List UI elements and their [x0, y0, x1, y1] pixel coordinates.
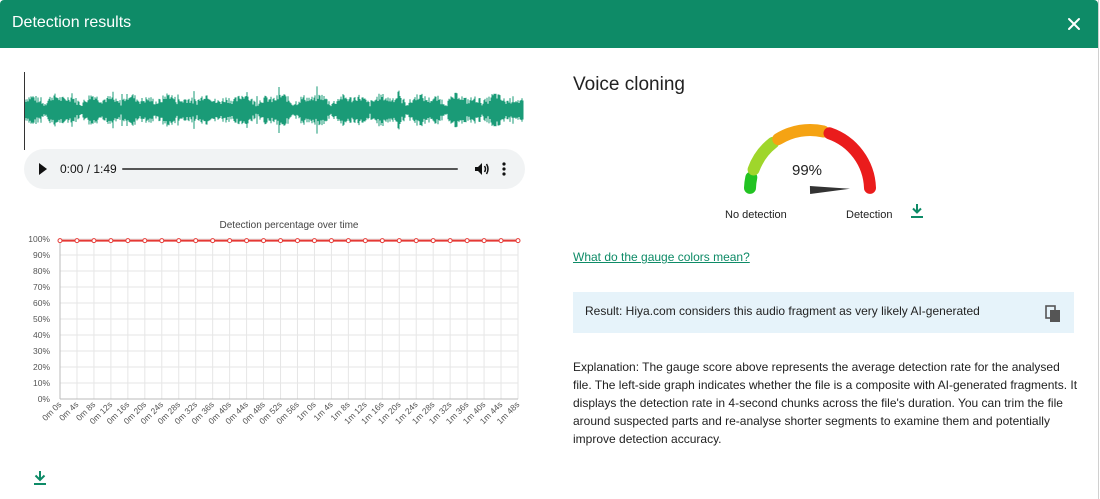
chart-y-tick: 20% [33, 362, 50, 372]
chart-point [515, 238, 521, 244]
chart-point [498, 238, 504, 244]
chart-point [379, 238, 385, 244]
chart-point [142, 238, 148, 244]
volume-icon[interactable] [474, 162, 490, 176]
chart-point [244, 238, 250, 244]
chart-point [176, 238, 182, 244]
detection-gauge: 99% [730, 118, 890, 198]
chart-point [413, 238, 419, 244]
chart-point [430, 238, 436, 244]
gauge-segment [747, 136, 780, 176]
voice-cloning-title: Voice cloning [573, 74, 685, 95]
chart-y-tick: 70% [33, 282, 50, 292]
gauge-value: 99% [792, 162, 822, 179]
chart-point [57, 238, 63, 244]
explanation-text: Explanation: The gauge score above repre… [573, 360, 1078, 446]
modal-title: Detection results [12, 14, 132, 31]
chart-point [278, 238, 284, 244]
chart-point [345, 238, 351, 244]
chart-point [210, 238, 216, 244]
chart-point [447, 238, 453, 244]
play-icon[interactable] [39, 163, 47, 175]
waveform-graphic [24, 86, 524, 134]
chart-y-tick: 0% [38, 394, 51, 404]
waveform-bars [24, 86, 524, 134]
chart-point [311, 238, 317, 244]
gauge-colors-link[interactable]: What do the gauge colors mean? [573, 250, 750, 264]
copy-icon[interactable] [1045, 305, 1061, 323]
chart-y-tick: 50% [33, 314, 50, 324]
chart-point [396, 238, 402, 244]
chart-point [328, 238, 334, 244]
gauge-needle [809, 186, 850, 194]
chart-y-tick: 10% [33, 378, 50, 388]
playback-time: 0:00 / 1:49 [60, 162, 117, 176]
gauge-segment [772, 123, 830, 146]
chart-point [91, 238, 97, 244]
result-text: Result: Hiya.com considers this audio fr… [585, 304, 980, 318]
chart-point [74, 238, 80, 244]
gauge-label-no-detection: No detection [725, 209, 787, 221]
detection-gauge-svg: 99% [744, 123, 876, 194]
result-box: Result: Hiya.com considers this audio fr… [573, 292, 1074, 333]
chart-y-tick: 90% [33, 250, 50, 260]
chart-y-tick: 80% [33, 266, 50, 276]
chart-point [464, 238, 470, 244]
detection-chart: Detection percentage over time 0% 10% 20% 30… [22, 214, 522, 444]
chart-point [108, 238, 114, 244]
gauge-download-icon[interactable] [910, 203, 924, 219]
chart-point [294, 238, 300, 244]
chart-point [159, 238, 165, 244]
gauge-segment [823, 127, 876, 194]
more-vert-icon[interactable] [501, 161, 507, 177]
gauge-label-detection: Detection [846, 209, 893, 221]
seek-bar[interactable] [122, 168, 458, 170]
chart-point [261, 238, 267, 244]
modal-right-border [1098, 0, 1099, 499]
audio-player: 0:00 / 1:49 [24, 149, 525, 189]
waveform[interactable] [24, 72, 526, 150]
detection-chart-svg: Detection percentage over time 0% 10% 20% 30… [28, 220, 521, 426]
chart-point [227, 238, 233, 244]
download-icon[interactable] [32, 470, 48, 486]
chart-y-tick: 60% [33, 298, 50, 308]
chart-point [362, 238, 368, 244]
chart-point [125, 238, 131, 244]
close-icon[interactable] [1064, 14, 1084, 34]
chart-point [481, 238, 487, 244]
chart-y-tick: 100% [28, 234, 50, 244]
chart-point [193, 238, 199, 244]
waveform-cursor[interactable] [24, 72, 25, 150]
chart-title: Detection percentage over time [220, 220, 359, 231]
modal-header: Detection results [0, 0, 1098, 48]
gauge-segment [744, 171, 758, 194]
chart-y-tick: 40% [33, 330, 50, 340]
chart-y-tick: 30% [33, 346, 50, 356]
